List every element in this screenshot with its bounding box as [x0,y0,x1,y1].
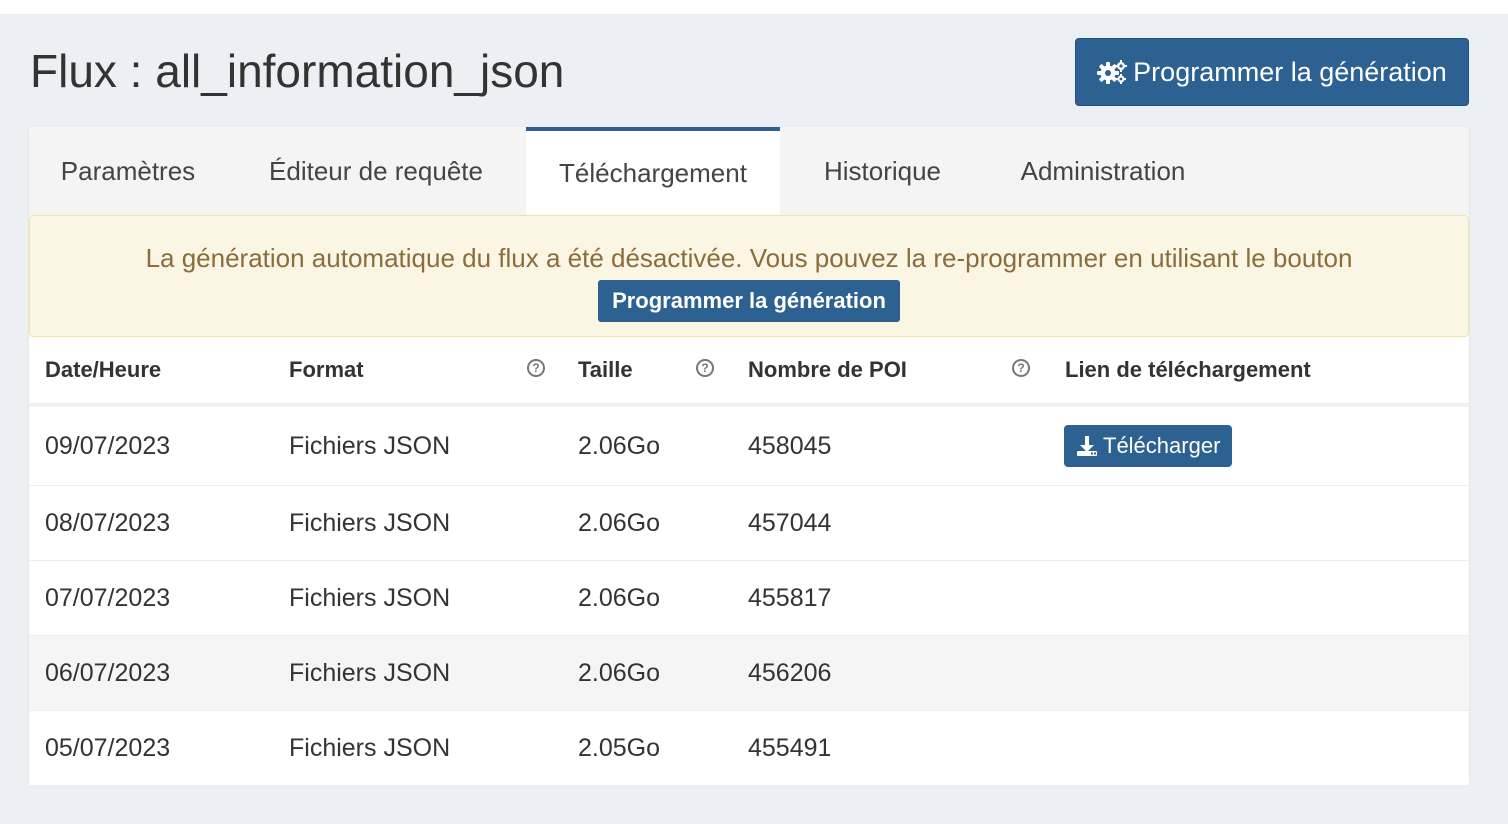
cell-poi: 455491 [748,733,832,762]
tab-bar: Paramètres Éditeur de requête Télécharge… [29,127,1469,215]
header-size: Taille [578,357,633,382]
cell-poi: 455817 [748,583,832,612]
cell-date: 08/07/2023 [45,508,171,537]
cell-size: 2.06Go [578,583,661,612]
schedule-generation-button[interactable]: Programmer la génération [1075,38,1469,106]
tab-label: Paramètres [60,155,196,186]
header-format: Format [289,357,364,382]
table-row: 08/07/2023 Fichiers JSON 2.06Go 457044 [29,486,1469,561]
cell-date: 06/07/2023 [45,658,171,687]
cell-size: 2.06Go [578,431,661,460]
poi-help-icon[interactable]: ? [1012,359,1030,377]
cell-size: 2.06Go [578,508,661,537]
cell-date: 09/07/2023 [45,431,171,460]
cell-format: Fichiers JSON [289,733,451,762]
cell-format: Fichiers JSON [289,508,451,537]
cell-format: Fichiers JSON [289,431,451,460]
table-header: Date/Heure Format ? Taille ? Nombre de P… [29,337,1469,407]
tab-administration[interactable]: Administration [985,127,1221,215]
flux-panel: Paramètres Éditeur de requête Télécharge… [29,127,1469,785]
table-row: 05/07/2023 Fichiers JSON 2.05Go 455491 [29,711,1469,785]
gears-icon [1097,59,1128,85]
header-poi: Nombre de POI [748,357,907,382]
cell-poi: 457044 [748,508,832,537]
cell-date: 05/07/2023 [45,733,171,762]
cell-poi: 458045 [748,431,832,460]
schedule-generation-label: Programmer la génération [1133,56,1447,87]
cell-format: Fichiers JSON [289,658,451,687]
cell-download: Télécharger [1064,407,1233,485]
tab-editeur-requete[interactable]: Éditeur de requête [227,127,525,215]
tab-label: Téléchargement [559,157,747,188]
download-label: Télécharger [1103,433,1221,458]
download-icon [1076,435,1098,457]
downloads-table: Date/Heure Format ? Taille ? Nombre de P… [29,337,1469,785]
alert-schedule-button[interactable]: Programmer la génération [598,280,900,322]
download-button[interactable]: Télécharger [1064,425,1233,467]
tab-telechargement[interactable]: Téléchargement [526,127,780,215]
top-strip [0,0,1508,14]
page-title: Flux : all_information_json [30,45,565,97]
cell-format: Fichiers JSON [289,583,451,612]
tab-label: Administration [1020,155,1186,186]
tab-parametres[interactable]: Paramètres [29,127,227,215]
header-date: Date/Heure [45,357,162,382]
table-row: 06/07/2023 Fichiers JSON 2.06Go 456206 [29,636,1469,711]
tab-historique[interactable]: Historique [780,127,985,215]
format-help-icon[interactable]: ? [527,359,545,377]
cell-poi: 456206 [748,658,832,687]
warning-alert: La génération automatique du flux a été … [29,215,1469,337]
table-row: 09/07/2023 Fichiers JSON 2.06Go 458045 T… [29,407,1469,486]
cell-size: 2.05Go [578,733,661,762]
table-row: 07/07/2023 Fichiers JSON 2.06Go 455817 [29,561,1469,636]
tab-label: Historique [823,155,942,186]
header-download-link: Lien de téléchargement [1065,357,1311,382]
size-help-icon[interactable]: ? [696,359,714,377]
cell-date: 07/07/2023 [45,583,171,612]
cell-size: 2.06Go [578,658,661,687]
alert-message: La génération automatique du flux a été … [145,243,1353,273]
tab-label: Éditeur de requête [269,155,483,186]
